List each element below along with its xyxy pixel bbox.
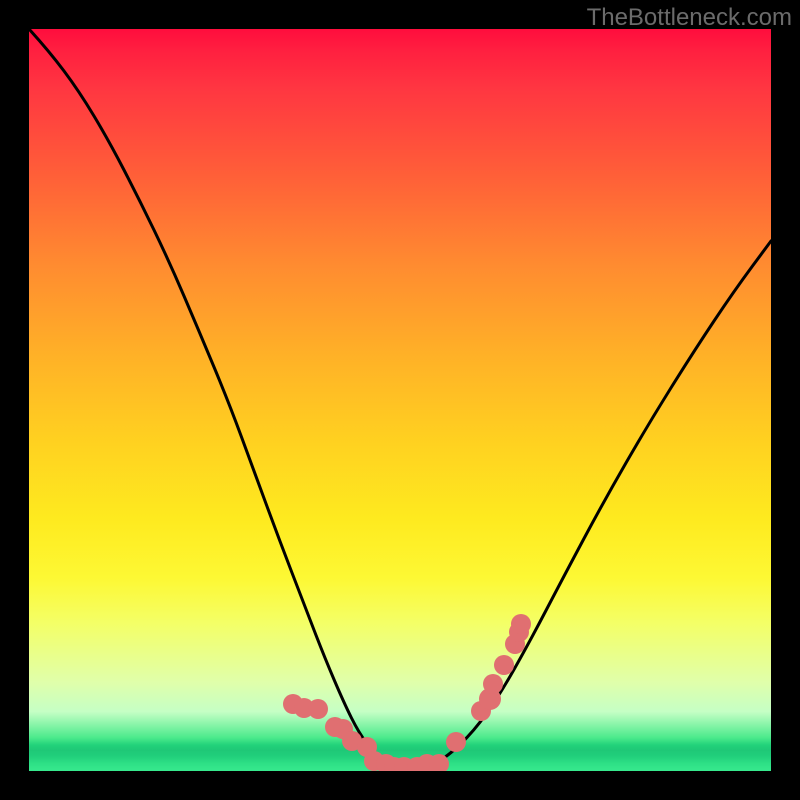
bottleneck-curve	[29, 29, 771, 768]
plot-area	[29, 29, 771, 771]
curve-marker	[446, 732, 466, 752]
watermark-text: TheBottleneck.com	[587, 4, 792, 32]
curve-marker	[511, 614, 531, 634]
curve-marker	[308, 699, 328, 719]
curve-marker	[494, 655, 514, 675]
curve-layer	[29, 29, 771, 771]
chart-frame: TheBottleneck.com	[0, 0, 800, 800]
curve-marker	[483, 674, 503, 694]
curve-markers	[283, 614, 531, 771]
